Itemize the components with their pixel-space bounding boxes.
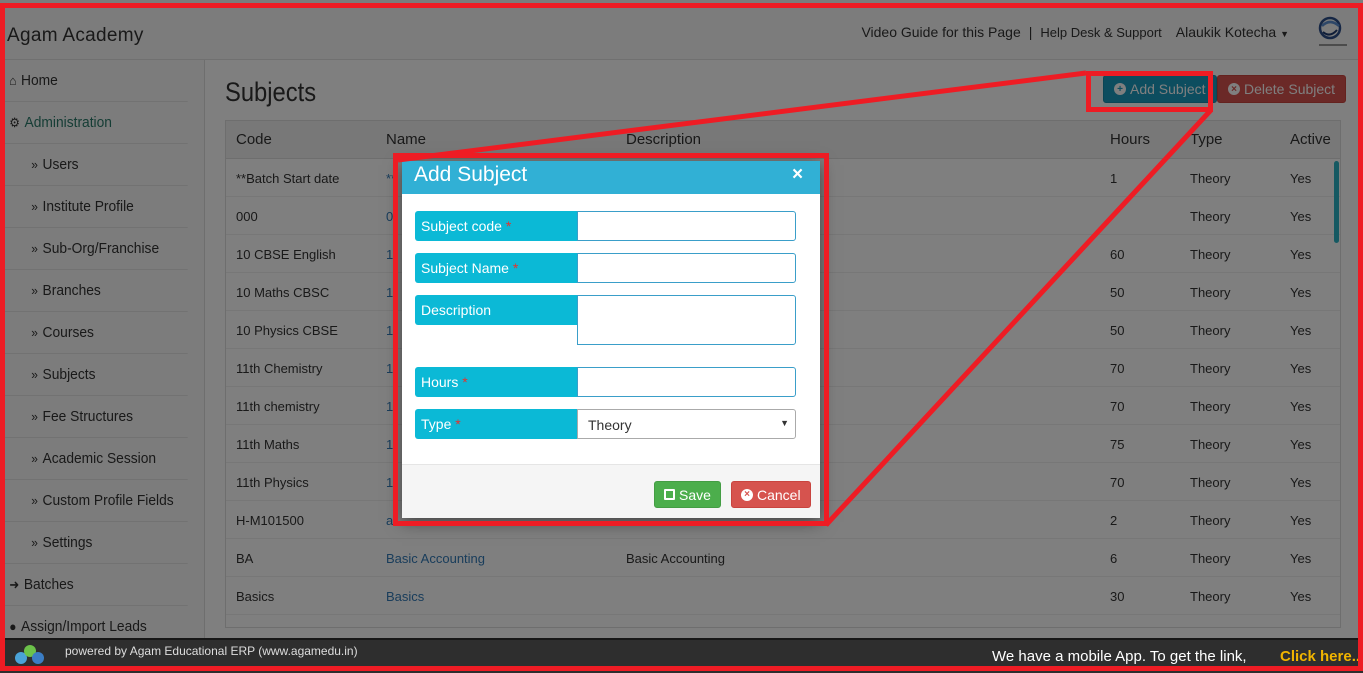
highlight-modal [393, 153, 829, 526]
highlight-add-subject-button [1086, 71, 1213, 112]
